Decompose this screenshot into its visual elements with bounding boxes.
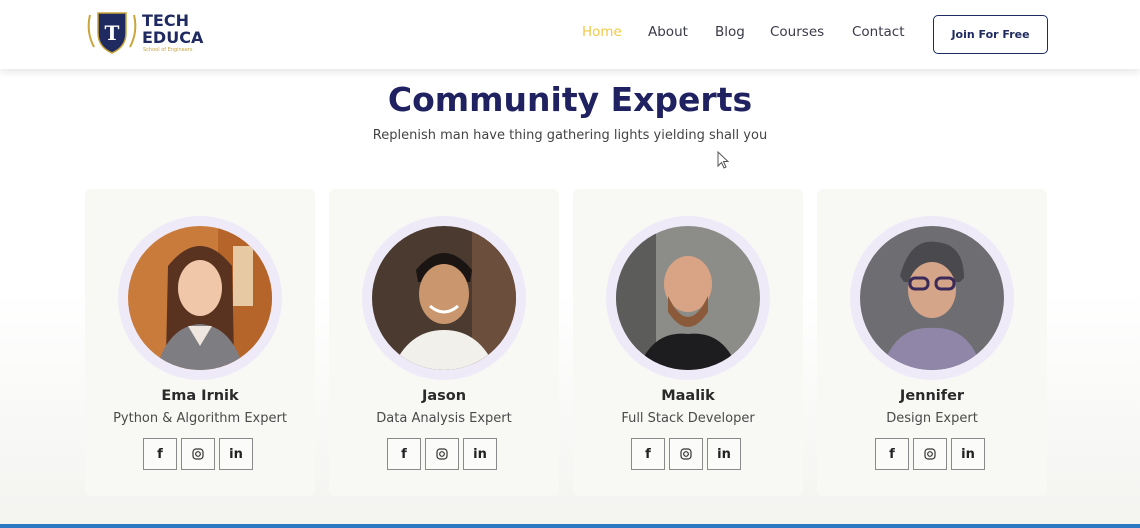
expert-avatar bbox=[128, 226, 272, 370]
shield-logo-icon: T bbox=[87, 12, 137, 54]
facebook-icon[interactable]: f bbox=[875, 438, 909, 470]
nav-blog[interactable]: Blog bbox=[715, 24, 745, 40]
social-links: f in bbox=[387, 438, 501, 470]
facebook-icon[interactable]: f bbox=[143, 438, 177, 470]
expert-card: Jason Data Analysis Expert f in bbox=[329, 189, 559, 496]
join-for-free-button[interactable]: Join For Free bbox=[933, 15, 1048, 54]
expert-avatar bbox=[372, 226, 516, 370]
expert-name: Maalik bbox=[661, 388, 715, 404]
nav-contact[interactable]: Contact bbox=[852, 24, 905, 40]
expert-avatar bbox=[616, 226, 760, 370]
expert-name: Jennifer bbox=[899, 388, 965, 404]
nav-about[interactable]: About bbox=[648, 24, 688, 40]
instagram-icon[interactable] bbox=[425, 438, 459, 470]
linkedin-icon[interactable]: in bbox=[951, 438, 985, 470]
expert-card: Jennifer Design Expert f in bbox=[817, 189, 1047, 496]
section-title: Community Experts bbox=[387, 80, 753, 119]
expert-name: Jason bbox=[421, 388, 467, 404]
expert-name: Ema Irnik bbox=[161, 388, 239, 404]
instagram-icon[interactable] bbox=[913, 438, 947, 470]
social-links: f in bbox=[143, 438, 257, 470]
avatar-ring bbox=[118, 216, 282, 380]
expert-role: Design Expert bbox=[886, 411, 978, 426]
site-header: T TECH EDUCA School of Engineers Home Ab… bbox=[0, 0, 1140, 69]
brand-tagline: School of Engineers bbox=[143, 47, 193, 53]
nav-home[interactable]: Home bbox=[582, 24, 622, 40]
expert-avatar bbox=[860, 226, 1004, 370]
linkedin-icon[interactable]: in bbox=[219, 438, 253, 470]
brand-name-line2: EDUCA bbox=[142, 28, 204, 47]
facebook-icon[interactable]: f bbox=[387, 438, 421, 470]
social-links: f in bbox=[875, 438, 989, 470]
avatar-ring bbox=[362, 216, 526, 380]
linkedin-icon[interactable]: in bbox=[463, 438, 497, 470]
expert-role: Data Analysis Expert bbox=[376, 411, 512, 426]
avatar-ring bbox=[850, 216, 1014, 380]
instagram-icon[interactable] bbox=[669, 438, 703, 470]
bottom-accent-line bbox=[0, 524, 1140, 528]
avatar-ring bbox=[606, 216, 770, 380]
instagram-icon[interactable] bbox=[181, 438, 215, 470]
mouse-cursor-icon bbox=[717, 151, 730, 169]
linkedin-icon[interactable]: in bbox=[707, 438, 741, 470]
expert-card: Ema Irnik Python & Algorithm Expert f in bbox=[85, 189, 315, 496]
facebook-icon[interactable]: f bbox=[631, 438, 665, 470]
section-subtitle: Replenish man have thing gathering light… bbox=[372, 128, 768, 143]
social-links: f in bbox=[631, 438, 745, 470]
expert-role: Python & Algorithm Expert bbox=[113, 411, 287, 426]
expert-role: Full Stack Developer bbox=[621, 411, 755, 426]
brand-logo[interactable]: T TECH EDUCA School of Engineers bbox=[84, 9, 224, 57]
nav-courses[interactable]: Courses bbox=[770, 24, 824, 40]
expert-card: Maalik Full Stack Developer f in bbox=[573, 189, 803, 496]
shield-letter: T bbox=[105, 21, 120, 45]
